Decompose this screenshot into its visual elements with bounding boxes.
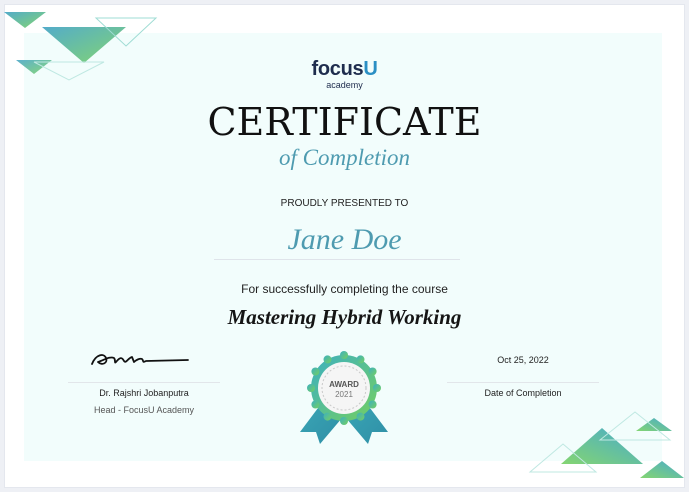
completion-date-label: Date of Completion bbox=[484, 388, 562, 398]
signatory-name: Dr. Rajshri Jobanputra bbox=[99, 388, 189, 398]
brand-logo-accent: U bbox=[363, 58, 378, 80]
presented-label: PROUDLY PRESENTED TO bbox=[280, 198, 409, 209]
signatory-role: Head - FocusU Academy bbox=[93, 405, 195, 415]
recipient-name: Jane Doe bbox=[287, 223, 402, 256]
completion-text: For successfully completing the course bbox=[241, 282, 448, 296]
course-name: Mastering Hybrid Working bbox=[227, 305, 462, 329]
date-line bbox=[447, 382, 599, 383]
certificate-title: CERTIFICATE bbox=[207, 100, 482, 144]
brand-logo-sub: academy bbox=[326, 80, 363, 90]
badge-line2: 2021 bbox=[335, 390, 353, 399]
completion-date-value: Oct 25, 2022 bbox=[497, 355, 549, 365]
signature-line bbox=[68, 382, 220, 383]
signature-icon bbox=[91, 354, 189, 365]
certificate-subtitle: of Completion bbox=[279, 145, 410, 170]
brand-logo: focusU bbox=[0, 58, 689, 80]
award-badge: AWARD 2021 bbox=[296, 348, 392, 448]
brand-logo-main: focus bbox=[311, 58, 364, 80]
recipient-underline bbox=[214, 259, 460, 260]
badge-line1: AWARD bbox=[329, 380, 359, 389]
